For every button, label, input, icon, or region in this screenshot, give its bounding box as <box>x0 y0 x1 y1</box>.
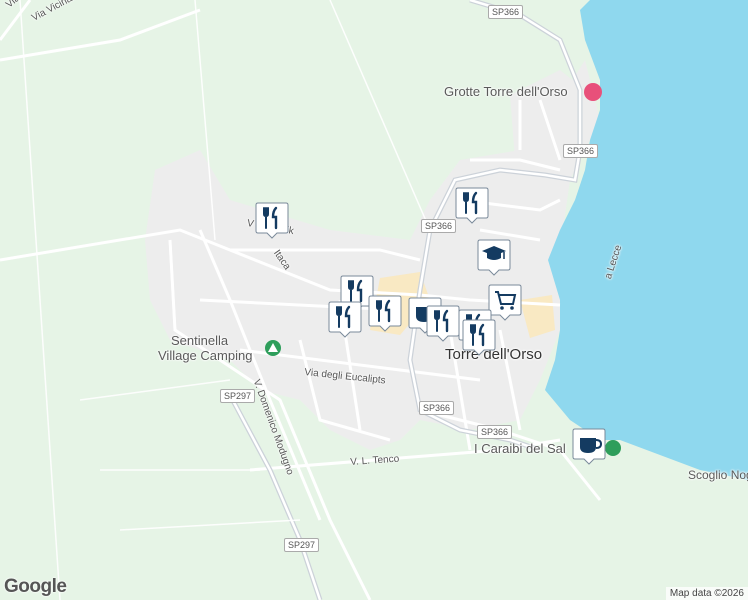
google-logo[interactable]: Google <box>4 576 67 598</box>
label-sentinella-line2[interactable]: Village Camping <box>158 348 252 363</box>
marker-restaurant[interactable] <box>455 186 489 224</box>
marker-restaurant[interactable] <box>328 300 362 338</box>
shield-sp366-right: SP366 <box>563 144 599 158</box>
photo-poi-icon <box>584 83 602 101</box>
map-data-attribution[interactable]: Map data ©2026 <box>665 587 748 600</box>
map-canvas[interactable]: Grotte Torre dell'Orso Sentinella Villag… <box>0 0 748 600</box>
label-scoglio[interactable]: Scoglio Nog <box>688 468 748 482</box>
shield-sp366-low2: SP366 <box>477 425 513 439</box>
shield-sp366-mid: SP366 <box>421 219 457 233</box>
marker-cafe[interactable] <box>572 427 606 465</box>
shield-sp366-low1: SP366 <box>419 401 455 415</box>
label-caraibi[interactable]: I Caraibi del Sal <box>474 441 566 456</box>
marker-shop[interactable] <box>488 283 522 321</box>
label-sentinella-line1[interactable]: Sentinella <box>171 333 228 348</box>
shield-sp297-bottom: SP297 <box>284 538 320 552</box>
marker-restaurant[interactable] <box>255 201 289 239</box>
shield-sp366-top: SP366 <box>488 5 524 19</box>
shield-sp297-left: SP297 <box>220 389 256 403</box>
marker-restaurant[interactable] <box>368 294 402 332</box>
marker-restaurant[interactable] <box>462 318 496 356</box>
marker-school[interactable] <box>477 238 511 276</box>
beach-poi-icon <box>605 440 621 456</box>
label-grotte[interactable]: Grotte Torre dell'Orso <box>444 84 568 99</box>
marker-restaurant[interactable] <box>426 304 460 342</box>
